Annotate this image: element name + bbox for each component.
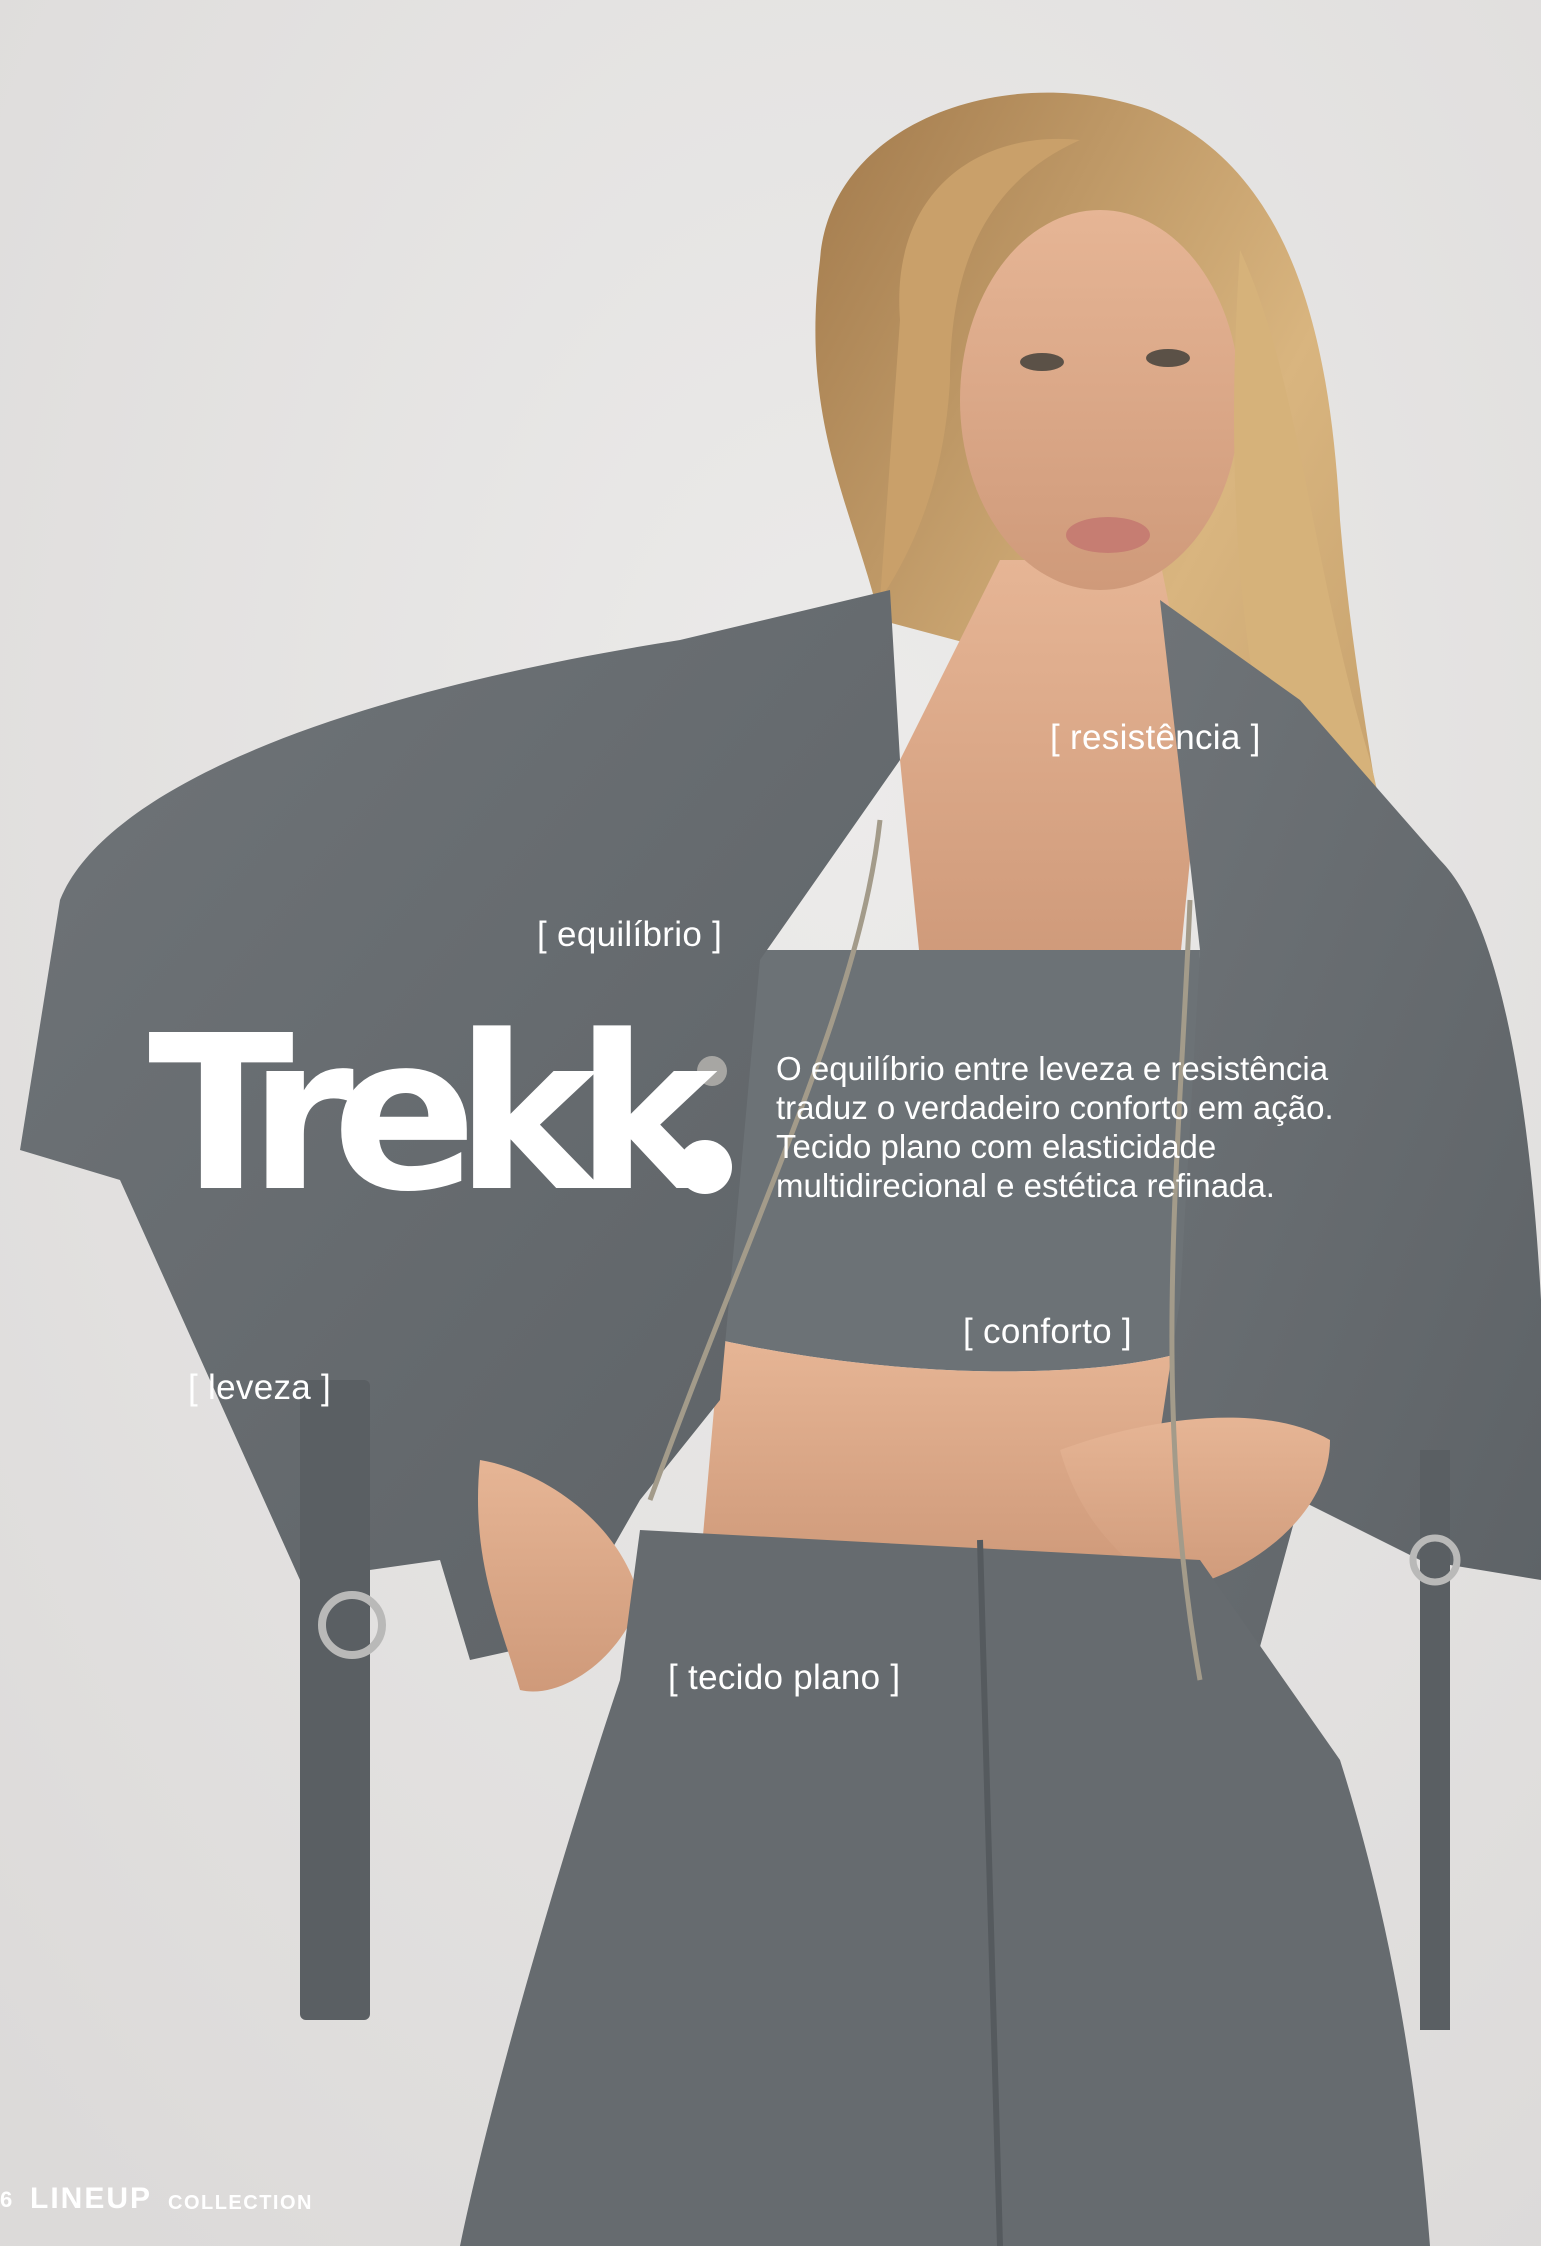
description-line: O equilíbrio entre leveza e resistência bbox=[776, 1050, 1329, 1087]
description-line: traduz o verdadeiro conforto em ação. bbox=[776, 1089, 1334, 1126]
tag-resistencia: [ resistência ] bbox=[1050, 718, 1261, 757]
page-number: 6 bbox=[0, 2187, 13, 2212]
tag-tecido-plano: [ tecido plano ] bbox=[668, 1658, 901, 1697]
description-line: multidirecional e estética refinada. bbox=[776, 1167, 1275, 1204]
headline-dot bbox=[678, 1140, 732, 1194]
brand-name: LINEUP bbox=[30, 2182, 153, 2215]
tag-leveza: [ leveza ] bbox=[188, 1368, 332, 1407]
headline-title: Trekk bbox=[148, 990, 718, 1239]
section-name: COLLECTION bbox=[168, 2192, 313, 2214]
tag-conforto: [ conforto ] bbox=[963, 1312, 1132, 1351]
product-description: O equilíbrio entre leveza e resistência … bbox=[776, 1049, 1456, 1205]
description-line: Tecido plano com elasticidade bbox=[776, 1128, 1217, 1165]
tag-equilibrio: [ equilíbrio ] bbox=[537, 915, 723, 954]
